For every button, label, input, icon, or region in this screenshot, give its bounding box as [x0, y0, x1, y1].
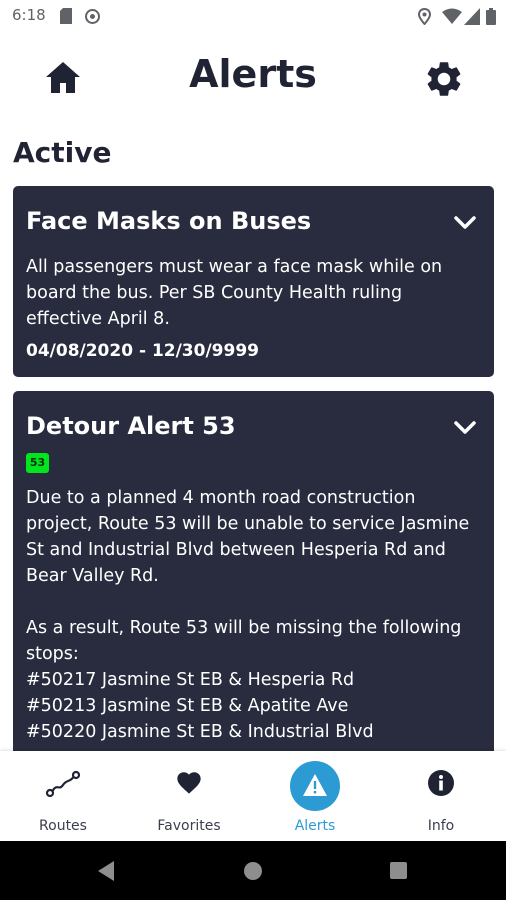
- alert-card[interactable]: Detour Alert 53 53 Due to a planned 4 mo…: [13, 391, 494, 751]
- alert-body: Due to a planned 4 month road constructi…: [26, 488, 470, 742]
- route-badge: 53: [26, 453, 49, 473]
- battery-icon: [486, 8, 496, 25]
- header: Alerts: [0, 40, 506, 120]
- nav-item-info[interactable]: Info: [378, 751, 504, 841]
- status-bar: 6:18: [0, 0, 506, 32]
- nav-item-favorites[interactable]: Favorites: [126, 751, 252, 841]
- cell-signal-icon: [464, 8, 480, 25]
- nav-label: Alerts: [294, 818, 336, 834]
- nav-label: Info: [427, 818, 455, 834]
- gear-icon[interactable]: [423, 58, 465, 100]
- section-title-active: Active: [13, 136, 112, 169]
- recent-apps-button[interactable]: [390, 862, 407, 879]
- bottom-nav: Routes Favorites Alerts Info: [0, 751, 506, 841]
- location-icon: [418, 8, 431, 25]
- system-nav-bar: [0, 841, 506, 900]
- alert-card[interactable]: Face Masks on Buses All passengers must …: [13, 186, 494, 377]
- route-icon: [45, 770, 81, 798]
- alert-body: All passengers must wear a face mask whi…: [26, 257, 443, 329]
- status-time: 6:18: [12, 6, 46, 24]
- chevron-down-icon[interactable]: [454, 421, 476, 435]
- system-home-button[interactable]: [244, 862, 262, 880]
- nav-item-alerts[interactable]: Alerts: [252, 751, 378, 841]
- back-icon[interactable]: [97, 860, 115, 882]
- info-icon: [428, 770, 454, 796]
- alert-dates: 04/08/2020 - 12/30/9999: [26, 341, 259, 361]
- alert-title: Face Masks on Buses: [26, 207, 312, 235]
- warning-icon: [303, 774, 327, 796]
- nav-label: Favorites: [157, 818, 221, 834]
- nav-item-routes[interactable]: Routes: [0, 751, 126, 841]
- alert-title: Detour Alert 53: [26, 412, 236, 440]
- data-saver-icon: [85, 9, 100, 24]
- alerts-active-indicator: [290, 761, 340, 811]
- sd-card-icon: [60, 8, 72, 24]
- wifi-icon: [442, 8, 462, 24]
- nav-label: Routes: [39, 818, 87, 834]
- chevron-down-icon[interactable]: [454, 216, 476, 230]
- heart-icon: [177, 772, 201, 794]
